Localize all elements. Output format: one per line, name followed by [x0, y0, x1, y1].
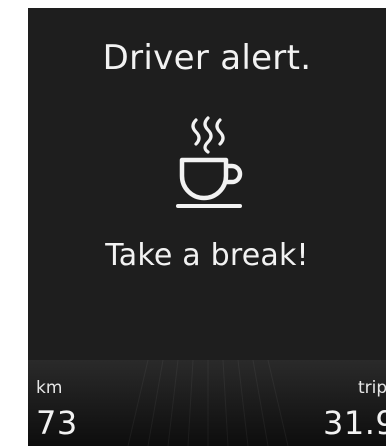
trip-info-bar: km 73 trip 31.9 [28, 360, 386, 446]
driver-alert-panel: Driver alert. Take a break! [28, 8, 386, 360]
trip-label: trip [358, 378, 386, 398]
display-frame: Driver alert. Take a break! km 73 trip 3… [0, 0, 386, 446]
alert-title: Driver alert. [102, 38, 312, 78]
trip-value: 31.9 [323, 404, 386, 442]
alert-message: Take a break! [105, 238, 309, 273]
coffee-cup-icon [176, 116, 243, 208]
km-label: km [36, 378, 63, 398]
km-value: 73 [36, 404, 78, 442]
instrument-display: Driver alert. Take a break! km 73 trip 3… [28, 8, 386, 446]
